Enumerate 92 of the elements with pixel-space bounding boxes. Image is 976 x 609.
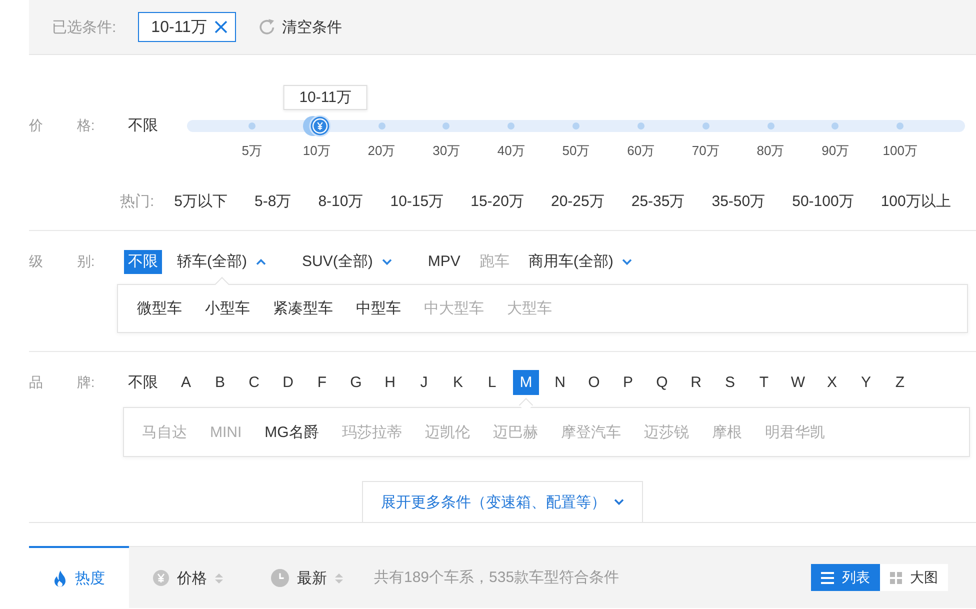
brand-letter-tab[interactable]: Y xyxy=(853,370,879,395)
price-range-link[interactable]: 10-15万 xyxy=(390,192,444,210)
price-label: 价 格: xyxy=(29,117,96,135)
tick-dot-icon xyxy=(378,122,385,130)
price-range-link[interactable]: 25-35万 xyxy=(631,192,685,210)
view-toggle-label: 大图 xyxy=(910,568,938,586)
sort-tab-label: 最新 xyxy=(297,568,327,588)
sort-tab[interactable]: 热度 xyxy=(29,546,129,608)
category-dropdown[interactable]: SUV(全部) xyxy=(298,250,396,274)
clock-icon xyxy=(271,569,289,587)
brand-letter-tab[interactable]: L xyxy=(479,370,505,395)
category-option[interactable]: 不限 xyxy=(124,250,162,274)
category-option[interactable]: MPV xyxy=(424,250,464,274)
grid-icon xyxy=(890,572,902,584)
brand-label: 品 牌: xyxy=(29,374,96,392)
price-range-link[interactable]: 5万以下 xyxy=(174,192,228,210)
price-tick-label: 90万 xyxy=(822,142,850,160)
brand-letter-tab[interactable]: J xyxy=(411,370,437,395)
price-tick-label: 50万 xyxy=(562,142,590,160)
brand-letter-tab[interactable]: B xyxy=(207,370,233,395)
price-tick-label: 30万 xyxy=(432,142,460,160)
price-range-link[interactable]: 5-8万 xyxy=(254,192,292,210)
brand-letter-tab[interactable]: F xyxy=(309,370,335,395)
brand-letter-tab[interactable]: N xyxy=(547,370,573,395)
sort-tab[interactable]: 最新 xyxy=(247,546,367,608)
tick-dot-icon xyxy=(572,122,580,130)
subcategory-option[interactable]: 中型车 xyxy=(356,299,401,318)
condition-tag[interactable]: 10-11万 xyxy=(138,12,236,42)
subcategory-option[interactable]: 微型车 xyxy=(137,299,182,318)
brand-letter-tab[interactable]: T xyxy=(751,370,777,395)
class-label: 级 别: xyxy=(29,252,96,270)
brand-letter-tab[interactable]: 不限 xyxy=(124,370,162,395)
clear-conditions-button[interactable]: 清空条件 xyxy=(258,18,342,36)
close-icon[interactable] xyxy=(214,20,228,34)
brand-option[interactable]: MG名爵 xyxy=(264,422,319,442)
price-tick-label: 40万 xyxy=(497,142,525,160)
brand-letter-tab[interactable]: P xyxy=(615,370,641,395)
price-range-link[interactable]: 20-25万 xyxy=(550,192,604,210)
brand-letter-tab[interactable]: D xyxy=(275,370,301,395)
view-toggle-button[interactable]: 大图 xyxy=(880,564,948,591)
price-slider-track[interactable] xyxy=(187,114,965,138)
price-tooltip: 10-11万 xyxy=(283,85,368,110)
brand-letter-tab[interactable]: H xyxy=(377,370,403,395)
brand-letter-tab[interactable]: X xyxy=(819,370,845,395)
tick-dot-icon xyxy=(637,122,644,130)
brand-letter-tab[interactable]: G xyxy=(343,370,369,395)
brand-letter-tab[interactable]: K xyxy=(445,370,471,395)
price-range-link[interactable]: 35-50万 xyxy=(712,192,766,210)
price-tick-label: 70万 xyxy=(692,142,720,160)
sort-tab-label: 热度 xyxy=(75,568,105,588)
brand-letter-tab[interactable]: Q xyxy=(649,370,675,395)
price-tick-label: 60万 xyxy=(627,142,655,160)
brand-letter-tab[interactable]: R xyxy=(683,370,709,395)
unlimited-option[interactable]: 不限 xyxy=(124,114,162,138)
tick-dot-icon xyxy=(248,122,256,130)
view-toggle-label: 列表 xyxy=(842,568,870,586)
price-tick-label: 80万 xyxy=(756,142,784,160)
tick-dot-icon xyxy=(832,122,839,130)
sort-tab[interactable]: 价格 xyxy=(129,546,247,608)
price-range-link[interactable]: 100万以上 xyxy=(880,192,951,210)
price-tick-label: 10万 xyxy=(302,142,330,160)
selected-conditions-label: 已选条件: xyxy=(52,18,116,36)
category-dropdown[interactable]: 商用车(全部) xyxy=(524,250,636,274)
tick-dot-icon xyxy=(508,122,515,130)
brand-letter-tab[interactable]: C xyxy=(241,370,267,395)
result-summary: 共有189个车系，535款车型符合条件 xyxy=(374,568,620,587)
price-tick-label: 100万 xyxy=(882,142,918,160)
more-conditions-button[interactable]: 展开更多条件（变速箱、配置等） xyxy=(362,481,643,522)
view-toggle-button[interactable]: 列表 xyxy=(811,564,880,591)
tick-dot-icon xyxy=(767,122,774,130)
refresh-icon xyxy=(258,18,276,36)
sort-tab-label: 价格 xyxy=(177,568,207,588)
subcategory-option[interactable]: 小型车 xyxy=(205,299,250,318)
brand-letter-tab[interactable]: Z xyxy=(887,370,913,395)
yen-coin-icon xyxy=(153,570,169,586)
slider-handle[interactable] xyxy=(302,114,331,138)
price-tick-label: 5万 xyxy=(242,142,262,160)
price-range-link[interactable]: 50-100万 xyxy=(792,192,854,210)
price-range-link[interactable]: 8-10万 xyxy=(318,192,364,210)
tick-dot-icon xyxy=(442,122,450,130)
brand-letter-tab[interactable]: A xyxy=(173,370,199,395)
list-icon xyxy=(821,572,834,584)
flame-icon xyxy=(53,570,67,586)
tick-dot-icon xyxy=(896,122,904,130)
tick-dot-icon xyxy=(702,122,710,130)
price-tick-label: 20万 xyxy=(368,142,396,160)
brand-letter-tab[interactable]: W xyxy=(785,370,811,395)
brand-letter-tab[interactable]: O xyxy=(581,370,607,395)
subcategory-option[interactable]: 紧凑型车 xyxy=(273,299,333,318)
hot-label: 热门: xyxy=(120,192,154,210)
brand-letter-tab[interactable]: S xyxy=(717,370,743,395)
price-range-link[interactable]: 15-20万 xyxy=(470,192,524,210)
